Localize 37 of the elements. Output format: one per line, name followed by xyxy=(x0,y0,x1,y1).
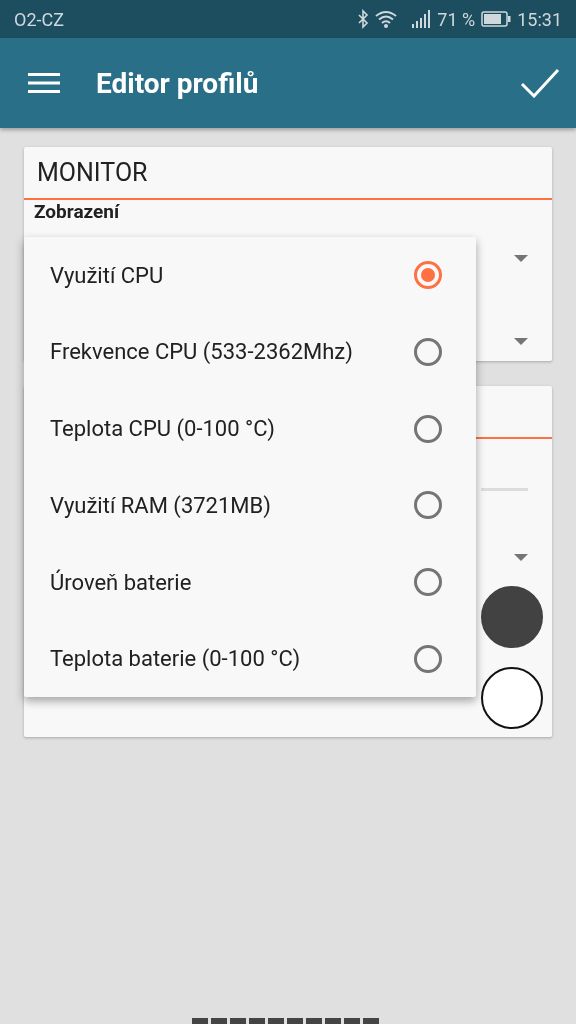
option-label: Frekvence CPU (533-2362Mhz) xyxy=(50,339,353,365)
option-label: Využití RAM (3721MB) xyxy=(50,492,271,518)
option-item[interactable]: Využití RAM (3721MB) xyxy=(24,467,476,544)
menu-icon xyxy=(28,72,60,94)
signal-icon xyxy=(411,10,432,28)
radio-button[interactable] xyxy=(414,568,442,596)
radio-button[interactable] xyxy=(414,261,442,290)
dropdown-arrow-icon xyxy=(514,254,528,262)
battery-percent: 71 % xyxy=(437,8,476,30)
confirm-button[interactable] xyxy=(520,68,560,98)
battery-icon xyxy=(481,11,512,27)
option-item[interactable]: Teplota baterie (0-100 °C) xyxy=(24,620,476,697)
option-item[interactable]: Teplota CPU (0-100 °C) xyxy=(24,390,476,467)
wifi-icon xyxy=(375,10,398,28)
option-item[interactable]: Frekvence CPU (533-2362Mhz) xyxy=(24,313,476,391)
option-label: Úroveň baterie xyxy=(50,569,192,595)
radio-button[interactable] xyxy=(414,414,442,443)
option-label: Využití CPU xyxy=(50,262,164,288)
checkmark-icon xyxy=(520,68,560,98)
dropdown-arrow-icon xyxy=(514,553,528,561)
radio-button[interactable] xyxy=(414,491,442,520)
radio-button[interactable] xyxy=(414,338,442,366)
dropdown-arrow-icon xyxy=(514,337,528,345)
color-swatch[interactable] xyxy=(481,586,543,648)
option-item[interactable]: Úroveň baterie xyxy=(24,543,476,621)
section-title: MONITOR xyxy=(37,158,148,187)
bluetooth-icon xyxy=(357,9,370,29)
carrier-name: O2-CZ xyxy=(14,8,64,30)
option-label: Teplota baterie (0-100 °C) xyxy=(50,646,301,672)
menu-button[interactable] xyxy=(28,72,60,94)
screen-title: Editor profilů xyxy=(96,66,260,100)
status-time: 15:31 xyxy=(517,8,562,30)
field-label: Zobrazení xyxy=(34,200,120,225)
option-label: Teplota CPU (0-100 °C) xyxy=(50,416,275,442)
option-item[interactable]: Využití CPU xyxy=(24,237,476,314)
radio-button[interactable] xyxy=(414,644,442,673)
color-swatch[interactable] xyxy=(481,667,543,729)
